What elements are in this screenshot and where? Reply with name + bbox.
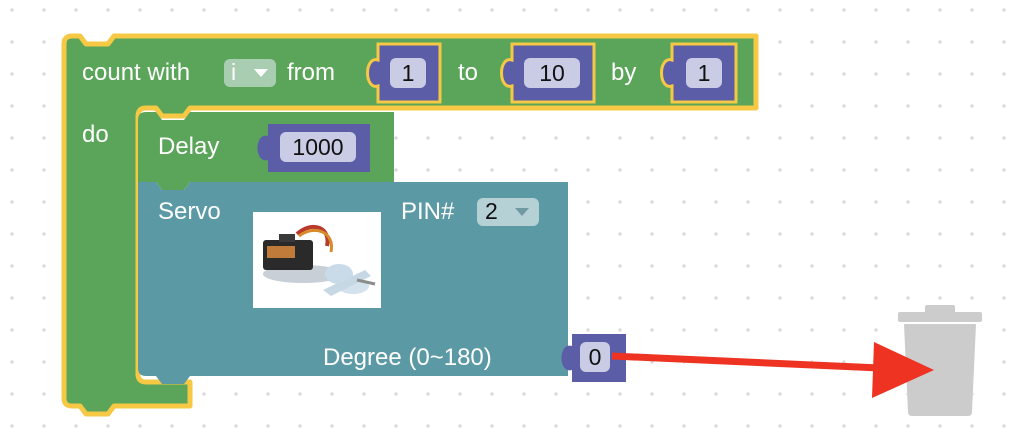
delay-value-field[interactable]: 1000 — [280, 132, 356, 162]
chevron-down-icon — [254, 69, 268, 77]
degree-label: Degree (0~180) — [323, 344, 492, 371]
servo-motor-picture — [263, 224, 376, 296]
by-label: by — [611, 59, 637, 86]
blockly-workspace[interactable]: count with i from 1 to 10 by 1 do Delay … — [0, 0, 1014, 440]
variable-name: i — [231, 59, 237, 85]
from-value-field[interactable]: 1 — [390, 58, 426, 88]
to-value-field[interactable]: 10 — [524, 58, 580, 88]
chevron-down-icon — [515, 208, 529, 216]
variable-dropdown[interactable]: i — [224, 59, 276, 87]
do-label: do — [82, 121, 109, 148]
by-value-field[interactable]: 1 — [686, 58, 722, 88]
servo-label: Servo — [158, 198, 221, 225]
count-with-label: count with — [82, 59, 191, 86]
pin-label: PIN# — [401, 198, 455, 225]
from-label: from — [287, 59, 335, 86]
red-arrow-annotation — [611, 342, 934, 398]
servo-motor-image — [253, 212, 381, 308]
degree-value-field[interactable]: 0 — [580, 342, 610, 372]
pin-dropdown[interactable]: 2 — [477, 198, 539, 226]
delay-label: Delay — [158, 133, 220, 160]
pin-value: 2 — [485, 198, 498, 224]
to-label: to — [458, 59, 479, 86]
